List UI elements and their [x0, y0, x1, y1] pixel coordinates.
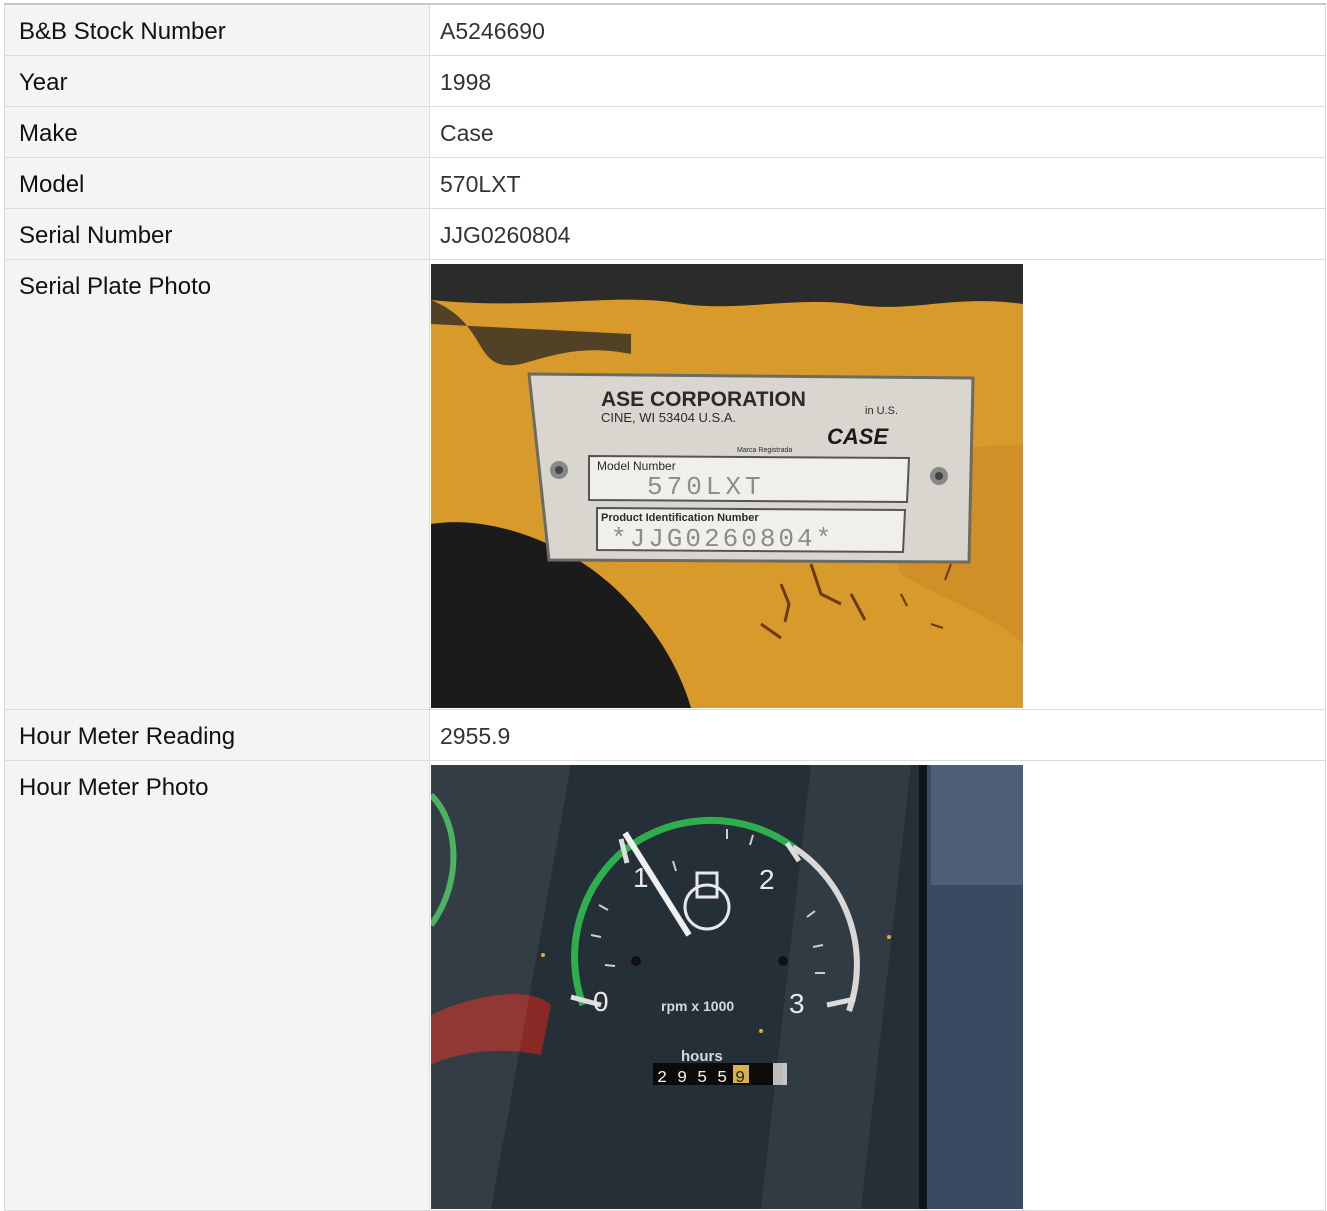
table-row: Model 570LXT — [4, 157, 1326, 209]
row-value: 570LXT — [429, 157, 1326, 209]
dial-3: 3 — [789, 988, 805, 1019]
table-row: Make Case — [4, 106, 1326, 158]
serial-plate-photo[interactable]: ASE CORPORATION CINE, WI 53404 U.S.A. in… — [431, 264, 1023, 708]
table-row: B&B Stock Number A5246690 — [4, 3, 1326, 56]
table-row: Serial Number JJG0260804 — [4, 208, 1326, 260]
plate-pin-caption: Product Identification Number — [601, 512, 759, 524]
plate-pin: *JJG0260804* — [611, 524, 834, 554]
table-row: Year 1998 — [4, 55, 1326, 107]
plate-model: 570LXT — [647, 472, 765, 502]
table-row: Hour Meter Reading 2955.9 — [4, 709, 1326, 761]
hour-meter-photo[interactable]: 0 1 2 3 rpm x 1000 hours 2 9 5 5 9 — [431, 765, 1023, 1209]
plate-line2: CINE, WI 53404 U.S.A. — [601, 410, 736, 425]
row-value: 2955.9 — [429, 709, 1326, 761]
row-label: Hour Meter Reading — [4, 709, 430, 761]
plate-registered: Marca Registrada — [737, 447, 792, 454]
row-value: 1998 — [429, 55, 1326, 107]
row-label: Year — [4, 55, 430, 107]
row-value: JJG0260804 — [429, 208, 1326, 260]
row-value: Case — [429, 106, 1326, 158]
plate-model-caption: Model Number — [597, 459, 676, 473]
hours-caption: hours — [681, 1048, 723, 1065]
odometer-digit: 5 — [717, 1069, 727, 1088]
rpm-caption: rpm x 1000 — [661, 998, 734, 1014]
row-value: ASE CORPORATION CINE, WI 53404 U.S.A. in… — [429, 259, 1326, 710]
equipment-spec-table: B&B Stock Number A5246690 Year 1998 Make… — [4, 3, 1326, 1211]
odometer-digit: 9 — [735, 1069, 745, 1088]
dial-2: 2 — [759, 864, 775, 895]
odometer-digit: 9 — [677, 1069, 687, 1088]
row-value: 0 1 2 3 rpm x 1000 hours 2 9 5 5 9 — [429, 760, 1326, 1211]
plate-made-in: in U.S. — [865, 405, 898, 417]
row-label: Serial Plate Photo — [4, 259, 430, 710]
row-label: B&B Stock Number — [4, 3, 430, 56]
row-label: Make — [4, 106, 430, 158]
table-row: Hour Meter Photo 0 1 2 3 rpm x 1000 hour… — [4, 760, 1326, 1211]
row-label: Model — [4, 157, 430, 209]
dial-0: 0 — [593, 986, 609, 1017]
row-value: A5246690 — [429, 3, 1326, 56]
odometer-digit: 2 — [657, 1069, 667, 1088]
row-label: Hour Meter Photo — [4, 760, 430, 1211]
table-row: Serial Plate Photo ASE CORPORATION CINE,… — [4, 259, 1326, 710]
row-label: Serial Number — [4, 208, 430, 260]
odometer-digit: 5 — [697, 1069, 707, 1088]
plate-line1: ASE CORPORATION — [601, 388, 806, 411]
case-logo: CASE — [827, 424, 889, 449]
